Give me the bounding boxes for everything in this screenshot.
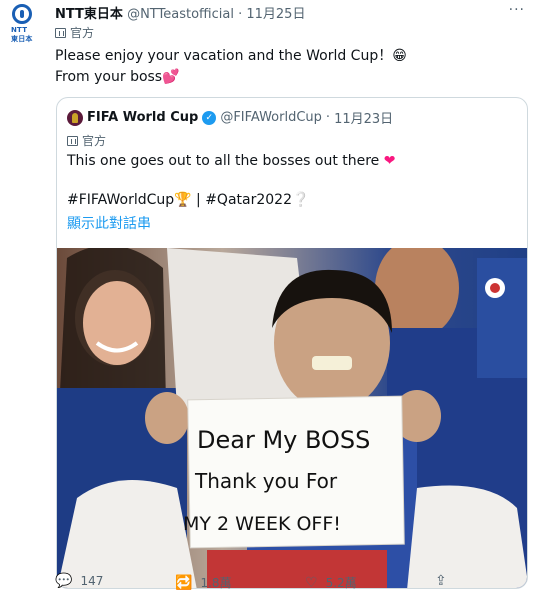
share-icon: ⇪	[435, 573, 447, 589]
quoted-hashtags[interactable]: #FIFAWorldCup🏆 | #Qatar2022❔	[67, 192, 309, 208]
tweet-date[interactable]: 11月25日	[246, 7, 305, 22]
quoted-header: FIFA World Cup ✓ @FIFAWorldCup · 11月23日	[67, 108, 393, 127]
quoted-photo[interactable]: Dear My BOSS Thank you For MY 2 WEEK OFF…	[57, 248, 527, 588]
official-label: 官方	[55, 24, 94, 41]
quoted-date[interactable]: 11月23日	[334, 108, 393, 127]
more-options-icon[interactable]: ···	[509, 2, 525, 18]
official-label-text: 官方	[70, 26, 95, 40]
quoted-author-handle[interactable]: @FIFAWorldCup	[220, 110, 322, 125]
tweet-actions: 💬 147 🔁 1.8萬 ♡ 5.2萬 ⇪	[55, 574, 525, 594]
like-count: 5.2萬	[325, 576, 357, 590]
sign-line2: Thank you For	[194, 469, 338, 493]
author-handle[interactable]: @NTTeastofficial	[127, 7, 234, 22]
sign-line3: MY 2 WEEK OFF!	[183, 513, 341, 535]
share-action[interactable]: ⇪	[435, 574, 447, 588]
quoted-separator: ·	[325, 110, 331, 125]
verified-badge-icon: ✓	[202, 110, 217, 125]
quoted-text-body: This one goes out to all the bosses out …	[67, 153, 380, 169]
quoted-official-label: 官方	[67, 132, 106, 149]
like-action[interactable]: ♡ 5.2萬	[305, 574, 357, 591]
tweet-header: NTT東日本 @NTTeastofficial · 11月25日	[55, 3, 305, 22]
quoted-text: This one goes out to all the bosses out …	[67, 153, 396, 169]
retweet-icon: 🔁	[175, 574, 193, 591]
retweet-action[interactable]: 🔁 1.8萬	[175, 574, 232, 591]
heart-icon: ♡	[305, 574, 318, 591]
building-icon	[67, 135, 78, 146]
author-name[interactable]: NTT東日本	[55, 7, 123, 22]
sign-line1: Dear My BOSS	[197, 426, 370, 454]
tweet-text: Please enjoy your vacation and the World…	[55, 46, 407, 88]
tweet-text-line2: From your boss💕	[55, 69, 180, 85]
reply-action[interactable]: 💬 147	[55, 574, 103, 588]
retweet-count: 1.8萬	[200, 576, 232, 590]
red-heart-icon: ❤	[383, 153, 396, 169]
header-separator: ·	[238, 7, 243, 22]
fan-photo: Dear My BOSS Thank you For MY 2 WEEK OFF…	[57, 248, 527, 588]
ntt-avatar[interactable]: NTT 東日本	[11, 4, 35, 44]
show-thread-link[interactable]: 顯示此對話串	[67, 213, 151, 233]
ntt-avatar-text: NTT 東日本	[11, 26, 33, 43]
ntt-logo-icon	[12, 4, 32, 24]
reply-count: 147	[80, 574, 104, 588]
fifa-trophy-icon	[67, 109, 83, 126]
reply-icon: 💬	[55, 573, 73, 589]
tweet-text-line1: Please enjoy your vacation and the World…	[55, 48, 407, 64]
quoted-tweet[interactable]: FIFA World Cup ✓ @FIFAWorldCup · 11月23日 …	[56, 97, 528, 589]
building-icon	[55, 27, 66, 38]
quoted-official-text: 官方	[82, 134, 107, 148]
quoted-author-name[interactable]: FIFA World Cup	[87, 110, 198, 125]
